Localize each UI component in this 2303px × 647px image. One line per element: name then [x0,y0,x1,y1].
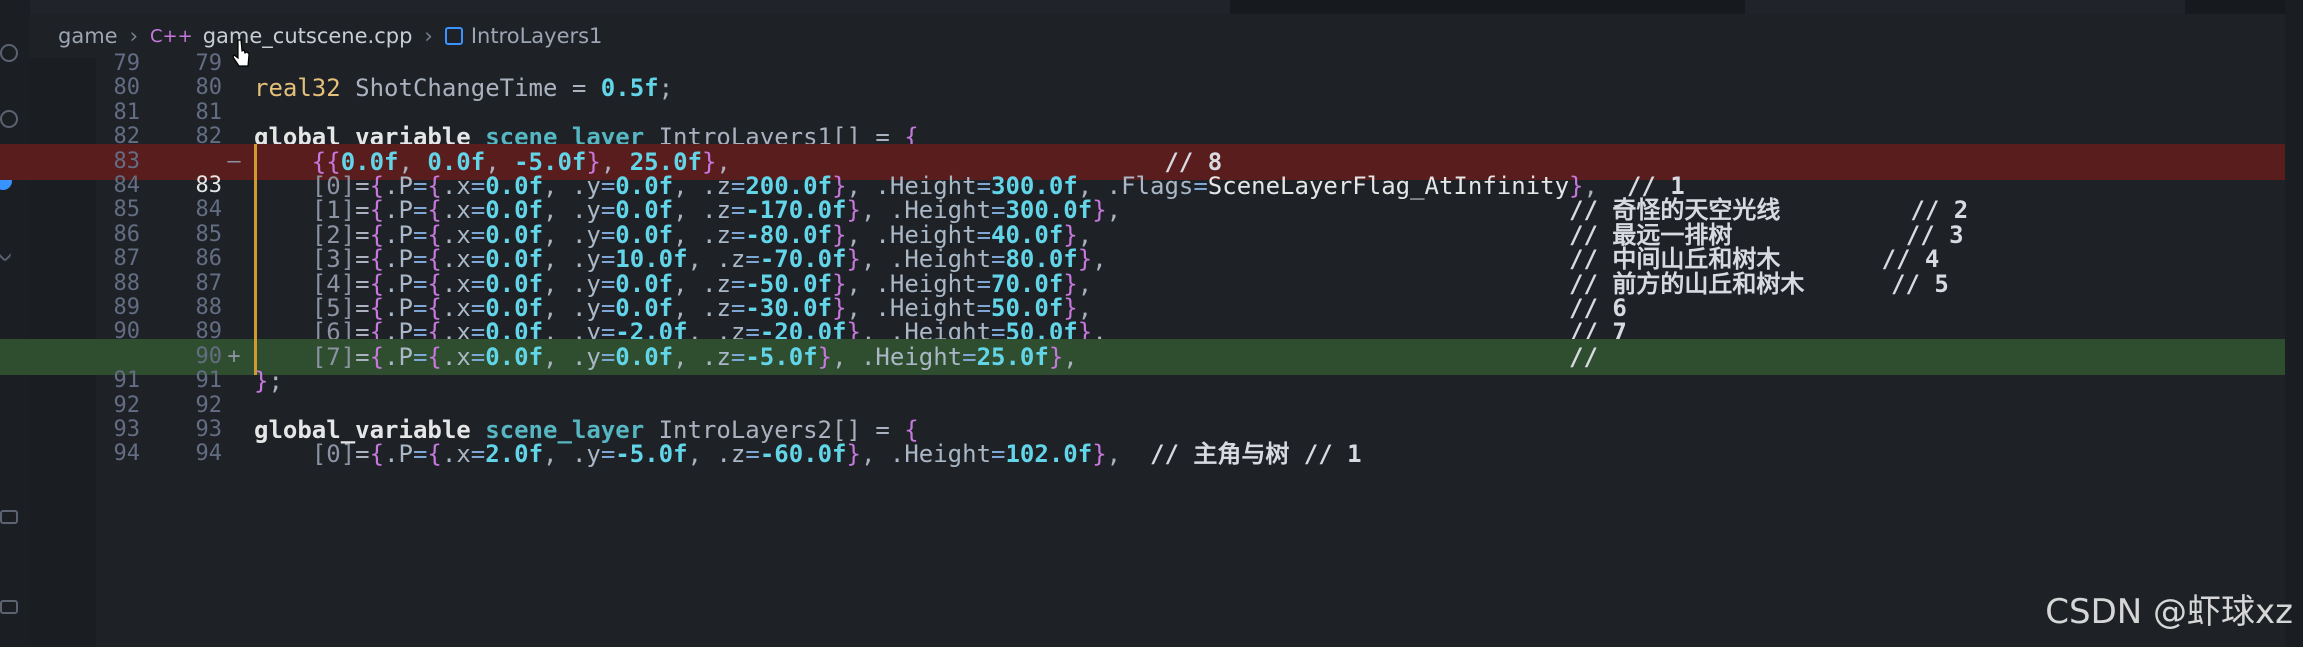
tab-bar [30,0,2303,14]
code-text[interactable]: [0]={.P={.x=2.0f, .y=-5.0f, .z=-60.0f}, … [254,436,1362,472]
cpp-file-icon: C++ [149,25,193,47]
chevron-right-icon: › [424,24,433,48]
code-line[interactable]: 94 94 [0]={.P={.x=2.0f, .y=-5.0f, .z=-60.… [0,436,2303,472]
scrollbar[interactable] [2285,0,2303,647]
line-number-modified: 94 [195,441,223,467]
tab-inactive[interactable] [1745,0,2185,14]
symbol-variable-icon [444,27,463,45]
breadcrumb-folder[interactable]: game [58,24,118,48]
watermark: CSDN @虾球xz [2045,592,2293,632]
diff-editor[interactable]: 79 79 80 80 real32 ShotChangeTime = 0.5f; 81 8… [0,51,2303,647]
tab-active[interactable] [30,0,1230,14]
line-number-original: 94 [113,441,141,467]
breadcrumb-symbol[interactable]: IntroLayers1 [471,24,603,48]
chevron-right-icon: › [129,24,138,48]
